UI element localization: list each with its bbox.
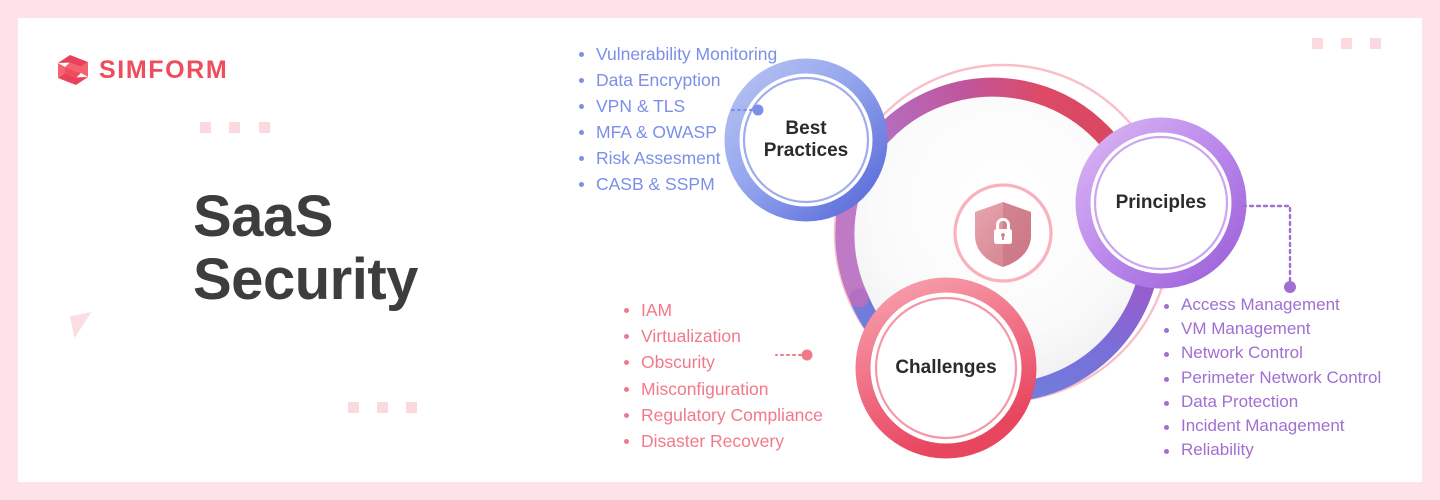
diagram-svg	[724, 58, 1296, 459]
page-title-line-2: Security	[193, 246, 418, 312]
venn-diagram: Best Practices Principles Challenges	[718, 18, 1296, 459]
node-challenges[interactable]	[855, 277, 1037, 459]
decor-triangle	[69, 311, 97, 339]
decor-square	[1312, 38, 1323, 49]
page-title: SaaS Security	[193, 184, 418, 312]
infographic-card: SIMFORM SaaS Security Vulnerability Moni…	[18, 18, 1422, 482]
decor-square	[200, 122, 211, 133]
node-principles[interactable]	[1075, 117, 1247, 289]
page-title-line-1: SaaS	[193, 184, 333, 249]
decor-square	[348, 402, 359, 413]
decor-square	[377, 402, 388, 413]
simform-s-logo-icon	[58, 55, 88, 85]
node-best-practices[interactable]	[724, 58, 888, 222]
shield-lock-icon	[953, 183, 1053, 283]
decor-square	[229, 122, 240, 133]
connector-principles	[1241, 204, 1296, 293]
decor-square	[259, 122, 270, 133]
connector-challenges	[775, 349, 813, 361]
brand-name: SIMFORM	[99, 55, 229, 84]
decor-square	[406, 402, 417, 413]
infographic-root: SIMFORM SaaS Security Vulnerability Moni…	[0, 0, 1440, 500]
decor-square	[1341, 38, 1352, 49]
decor-square	[1370, 38, 1381, 49]
brand-logo: SIMFORM	[56, 54, 228, 86]
